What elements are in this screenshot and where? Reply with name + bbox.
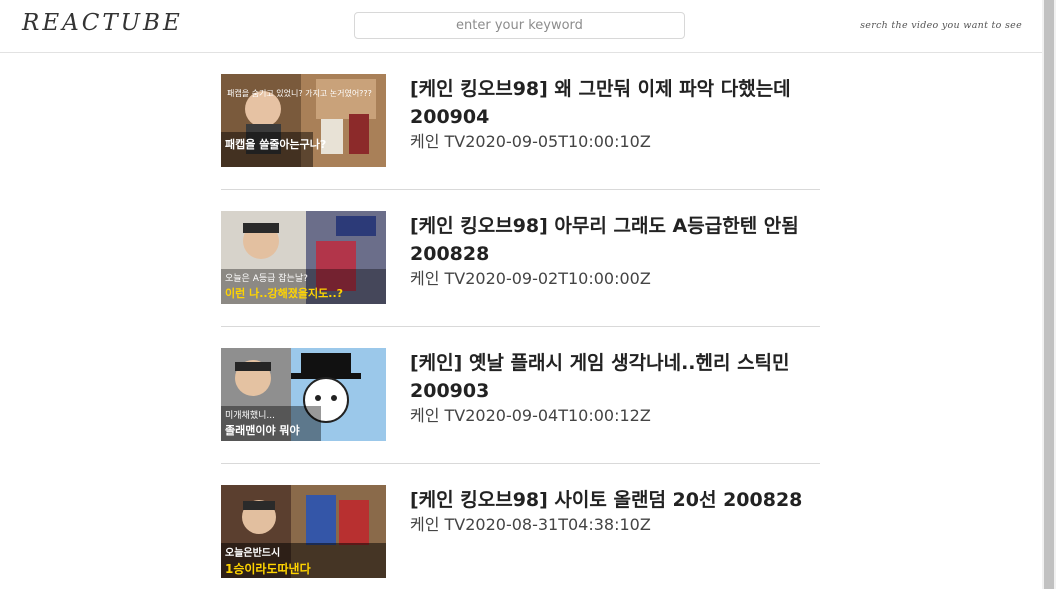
thumb-caption-top: 미개채했니... [225, 409, 275, 421]
video-item[interactable]: 미개채했니... 졸래맨이야 뭐야 [케인] 옛날 플래시 게임 생각나네..헨… [221, 327, 820, 464]
scrollbar-thumb[interactable] [1044, 0, 1054, 589]
thumb-caption-bottom: 졸래맨이야 뭐야 [225, 423, 300, 437]
video-item[interactable]: 패캡을 숨기고 있었니? 가지고 논거였어??? 패캡을 쓸줄아는구나? [케인… [221, 53, 820, 190]
video-channel-date: 케인 TV2020-09-05T10:00:10Z [410, 132, 651, 151]
video-meta: [케인 킹오브98] 왜 그만둬 이제 파악 다했는데 200904 케인 TV… [410, 75, 820, 153]
video-item[interactable]: 오늘은 A등급 잡는날? 이런 나..강해졌을지도..? [케인 킹오브98] … [221, 190, 820, 327]
video-list: 패캡을 숨기고 있었니? 가지고 논거였어??? 패캡을 쓸줄아는구나? [케인… [221, 53, 820, 589]
search-hint: serch the video you want to see [860, 20, 1022, 31]
video-thumbnail[interactable]: 오늘은반드시 1승이라도따낸다 [221, 485, 386, 578]
video-thumbnail[interactable]: 패캡을 숨기고 있었니? 가지고 논거였어??? 패캡을 쓸줄아는구나? [221, 74, 386, 167]
thumb-caption-bottom: 이런 나..강해졌을지도..? [225, 286, 343, 300]
search-input[interactable] [354, 12, 685, 39]
video-title[interactable]: [케인 킹오브98] 왜 그만둬 이제 파악 다했는데 200904 [410, 75, 820, 131]
video-meta: [케인 킹오브98] 아무리 그래도 A등급한텐 안됨 200828 케인 TV… [410, 212, 820, 290]
thumb-caption-bottom: 1승이라도따낸다 [225, 561, 311, 576]
header-bar: REACTUBE serch the video you want to see [0, 0, 1042, 53]
video-channel-date: 케인 TV2020-08-31T04:38:10Z [410, 515, 651, 534]
video-channel-date: 케인 TV2020-09-02T10:00:00Z [410, 269, 651, 288]
app-logo[interactable]: REACTUBE [22, 10, 183, 36]
video-title[interactable]: [케인] 옛날 플래시 게임 생각나네..헨리 스틱민 200903 [410, 349, 820, 405]
video-meta: [케인] 옛날 플래시 게임 생각나네..헨리 스틱민 200903 케인 TV… [410, 349, 820, 427]
video-item[interactable]: 오늘은반드시 1승이라도따낸다 [케인 킹오브98] 사이토 올랜덤 20선 2… [221, 464, 820, 589]
video-title[interactable]: [케인 킹오브98] 아무리 그래도 A등급한텐 안됨 200828 [410, 212, 820, 268]
page: REACTUBE serch the video you want to see… [0, 0, 1056, 589]
thumb-caption-bottom: 패캡을 쓸줄아는구나? [225, 137, 326, 151]
video-channel-date: 케인 TV2020-09-04T10:00:12Z [410, 406, 651, 425]
video-title[interactable]: [케인 킹오브98] 사이토 올랜덤 20선 200828 [410, 486, 820, 514]
thumb-caption-top: 오늘은반드시 [225, 546, 280, 559]
video-thumbnail[interactable]: 미개채했니... 졸래맨이야 뭐야 [221, 348, 386, 441]
thumb-caption-top: 오늘은 A등급 잡는날? [225, 272, 308, 284]
video-thumbnail[interactable]: 오늘은 A등급 잡는날? 이런 나..강해졌을지도..? [221, 211, 386, 304]
video-meta: [케인 킹오브98] 사이토 올랜덤 20선 200828 케인 TV2020-… [410, 486, 820, 536]
vertical-scrollbar[interactable] [1042, 0, 1056, 589]
thumb-caption-top: 패캡을 숨기고 있었니? 가지고 논거였어??? [227, 88, 372, 98]
